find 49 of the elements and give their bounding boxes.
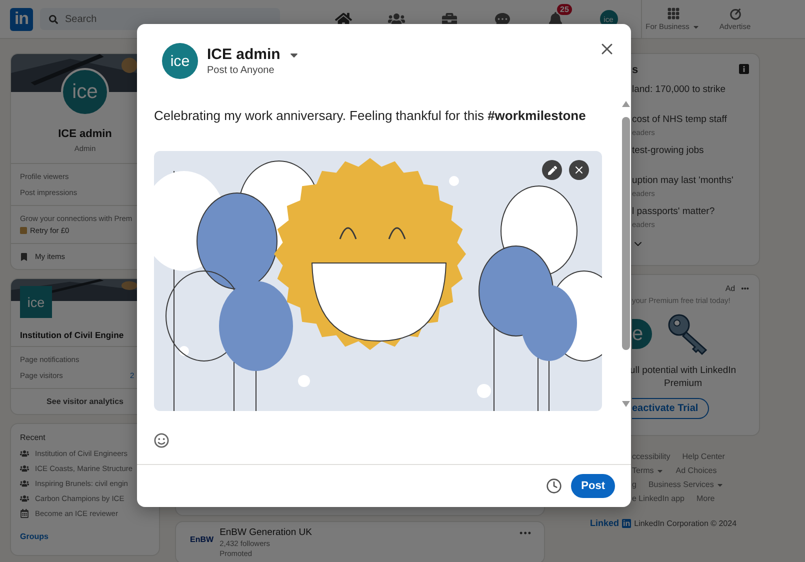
page-logo[interactable]: ice [20, 286, 52, 318]
group-icon [20, 479, 29, 488]
news-headline[interactable]: land: 170,000 to strike [632, 84, 749, 95]
premium-icon [20, 227, 27, 234]
footer-link[interactable]: g [632, 480, 636, 489]
footer-link[interactable]: Help Center [682, 452, 725, 461]
groups-link[interactable]: Groups [20, 532, 150, 541]
post-text[interactable]: Celebrating my work anniversary. Feeling thankful for this #workmilestone [154, 107, 602, 125]
profile-avatar[interactable]: ice [61, 68, 109, 116]
linkedin-wordmark: Linked [590, 518, 620, 528]
trial-button[interactable]: eactivate Trial [632, 398, 710, 419]
section-title: Recent [20, 433, 46, 442]
company-logo: e [632, 319, 652, 349]
chat-icon[interactable] [495, 12, 510, 26]
group-icon [20, 464, 29, 473]
news-headline[interactable]: uption may last 'months' [632, 175, 749, 186]
news-headline[interactable]: l passports' matter? [632, 206, 749, 217]
footer-link[interactable]: Ad Choices [676, 466, 717, 475]
company-name[interactable]: EnBW Generation UK [220, 527, 312, 538]
footer-link[interactable]: More [696, 494, 715, 503]
author-name[interactable]: ICE admin [207, 46, 280, 63]
calendar-icon [20, 509, 29, 518]
bookmark-icon [20, 252, 28, 260]
search-icon [49, 14, 58, 24]
group-icon [20, 449, 29, 458]
emoji-icon[interactable] [154, 433, 169, 448]
footer-link[interactable]: e LinkedIn app [632, 494, 684, 503]
news-headline[interactable]: test-growing jobs [632, 145, 749, 156]
audience-label[interactable]: Post to Anyone [207, 65, 300, 76]
more-button[interactable]: ••• [520, 528, 532, 538]
key-icon [666, 312, 710, 356]
compass-icon[interactable] [728, 7, 742, 20]
linkedin-logo: in [622, 518, 632, 528]
profile-name[interactable]: ICE admin [58, 128, 112, 140]
news-title: s [632, 64, 638, 76]
group-icon [20, 494, 29, 503]
footer-link[interactable]: Business Services [648, 480, 724, 489]
notification-badge: 25 [557, 4, 572, 15]
clock-icon[interactable] [546, 478, 562, 494]
linkedin-logo[interactable]: in [10, 8, 33, 30]
copyright-text: LinkedIn Corporation © 2024 [634, 518, 737, 528]
bell-icon[interactable] [548, 12, 563, 26]
company-logo[interactable]: EnBW [190, 535, 214, 558]
ad-label: Ad [725, 284, 736, 293]
info-icon[interactable] [739, 64, 749, 74]
grid-icon[interactable] [666, 7, 680, 20]
post-button[interactable]: Post [571, 474, 615, 498]
news-headline[interactable]: cost of NHS temp staff [632, 114, 749, 125]
author-avatar: ice [162, 43, 198, 79]
